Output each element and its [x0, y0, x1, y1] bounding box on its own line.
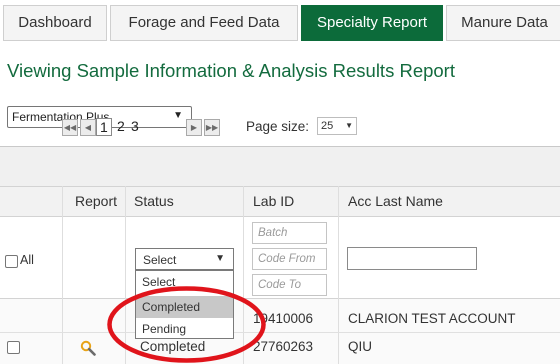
page-number-current[interactable]: 1	[96, 118, 112, 136]
page-title: Viewing Sample Information & Analysis Re…	[7, 60, 455, 81]
status-option-select[interactable]: Select	[136, 271, 233, 293]
code-to-input[interactable]: Code To	[252, 274, 327, 296]
code-from-input[interactable]: Code From	[252, 248, 327, 270]
pager-row	[0, 147, 560, 187]
status-option-pending[interactable]: Pending	[136, 318, 233, 340]
select-all-label: All	[20, 253, 34, 267]
page-number[interactable]: 3	[131, 118, 139, 134]
tab-dashboard[interactable]: Dashboard	[3, 5, 107, 41]
column-divider	[125, 186, 126, 216]
column-header-status[interactable]: Status	[134, 193, 174, 209]
page-size-label: Page size:	[246, 119, 310, 134]
chevron-down-icon: ▼	[345, 121, 353, 130]
status-cell: Completed	[140, 339, 206, 354]
select-all-checkbox[interactable]	[5, 255, 18, 268]
status-filter-select[interactable]: Select ▼	[135, 248, 234, 270]
table-row: 19410006 CLARION TEST ACCOUNT	[0, 305, 560, 333]
acc-last-name-cell: CLARION TEST ACCOUNT	[348, 311, 516, 326]
page-size-select[interactable]: 25 ▼	[317, 117, 357, 135]
acc-last-name-filter-input[interactable]	[347, 247, 477, 270]
magnifier-icon[interactable]	[80, 340, 96, 356]
column-divider	[62, 186, 63, 216]
lab-id-cell: 27760263	[253, 339, 314, 354]
lab-id-cell: 19410006	[253, 311, 314, 326]
prev-page-button[interactable]: ◀	[80, 119, 96, 136]
chevron-down-icon: ▼	[215, 253, 225, 264]
status-option-completed[interactable]: Completed	[136, 296, 233, 318]
column-header-lab-id[interactable]: Lab ID	[253, 193, 294, 209]
batch-input[interactable]: Batch	[252, 222, 327, 244]
tab-forage-and-feed-data[interactable]: Forage and Feed Data	[110, 5, 298, 41]
status-dropdown-list: Select Completed Pending	[135, 270, 234, 339]
status-filter-value: Select	[143, 253, 177, 267]
page-number[interactable]: 2	[117, 118, 125, 134]
column-header-report[interactable]: Report	[75, 193, 117, 209]
chevron-down-icon: ▼	[173, 110, 183, 121]
tab-specialty-report[interactable]: Specialty Report	[301, 5, 443, 41]
next-page-button[interactable]: ▶	[186, 119, 202, 136]
first-page-button[interactable]: ◀◀	[62, 119, 78, 136]
acc-last-name-cell: QIU	[348, 339, 373, 354]
page-size-value: 25	[321, 120, 334, 132]
row-checkbox[interactable]	[7, 341, 20, 354]
column-header-acc-last-name[interactable]: Acc Last Name	[348, 193, 443, 209]
last-page-button[interactable]: ▶▶	[204, 119, 220, 136]
tab-manure-data[interactable]: Manure Data	[446, 5, 560, 41]
